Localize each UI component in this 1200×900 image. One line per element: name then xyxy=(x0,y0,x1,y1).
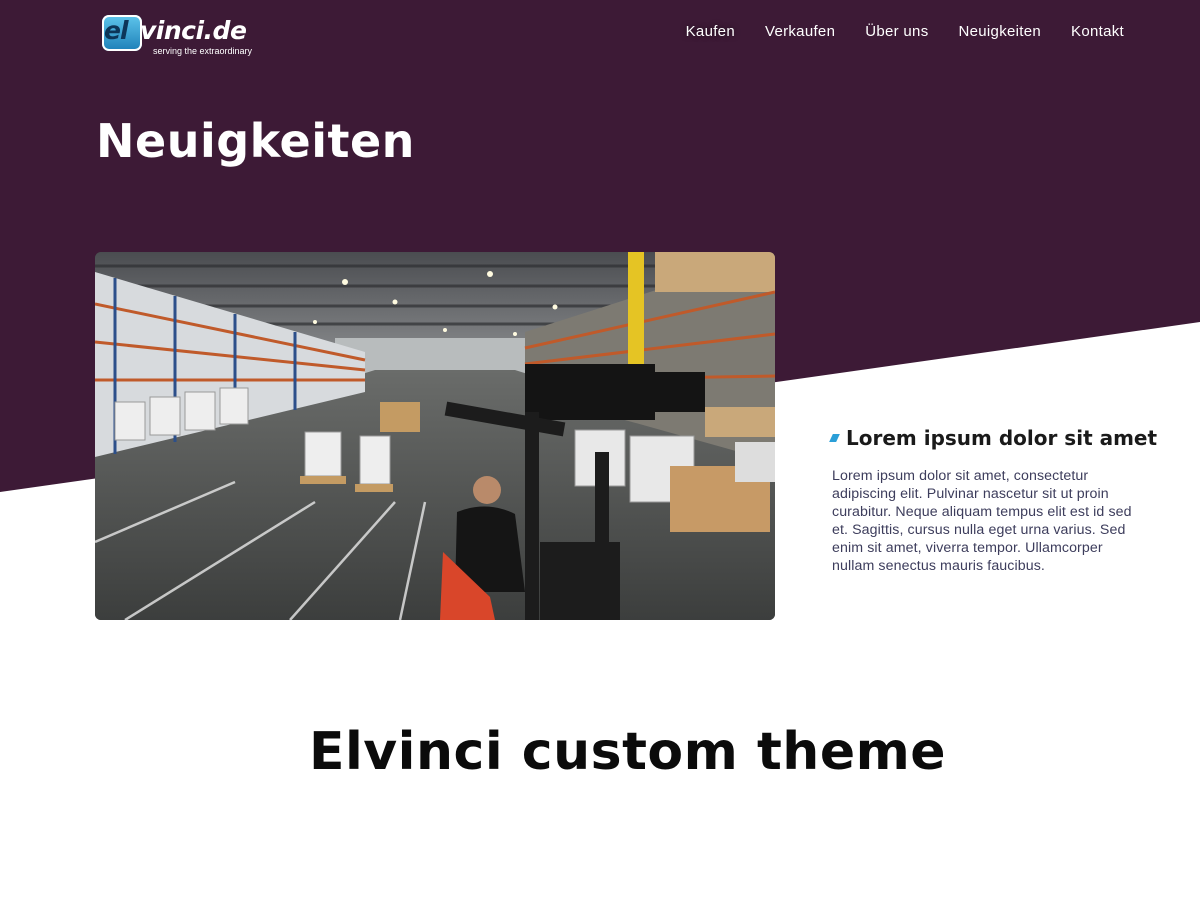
main-nav: Kaufen Verkaufen Über uns Neuigkeiten Ko… xyxy=(686,22,1124,42)
logo-badge-text: el xyxy=(104,16,129,45)
page-title: Neuigkeiten xyxy=(96,114,415,168)
post-image[interactable] xyxy=(95,252,775,620)
site-logo[interactable]: el vinci.de serving the extraordinary xyxy=(100,12,252,58)
nav-item-ueber-uns[interactable]: Über uns xyxy=(865,22,928,42)
logo-tagline: serving the extraordinary xyxy=(153,46,253,56)
post-excerpt: Lorem ipsum dolor sit amet, consectetur … xyxy=(832,468,1132,574)
section-title: Elvinci custom theme xyxy=(308,722,947,782)
nav-item-kaufen[interactable]: Kaufen xyxy=(686,22,735,42)
page: el vinci.de serving the extraordinary Ka… xyxy=(0,0,1200,900)
post-title[interactable]: Lorem ipsum dolor sit amet xyxy=(829,426,1158,450)
logo-wordmark: vinci.de xyxy=(140,16,247,45)
warehouse-photo-icon xyxy=(95,252,775,620)
nav-item-verkaufen[interactable]: Verkaufen xyxy=(765,22,835,42)
post-title-text: Lorem ipsum dolor sit amet xyxy=(846,426,1158,450)
post-bullet-icon xyxy=(829,434,840,442)
nav-item-kontakt[interactable]: Kontakt xyxy=(1071,22,1124,42)
nav-item-neuigkeiten[interactable]: Neuigkeiten xyxy=(959,22,1042,42)
